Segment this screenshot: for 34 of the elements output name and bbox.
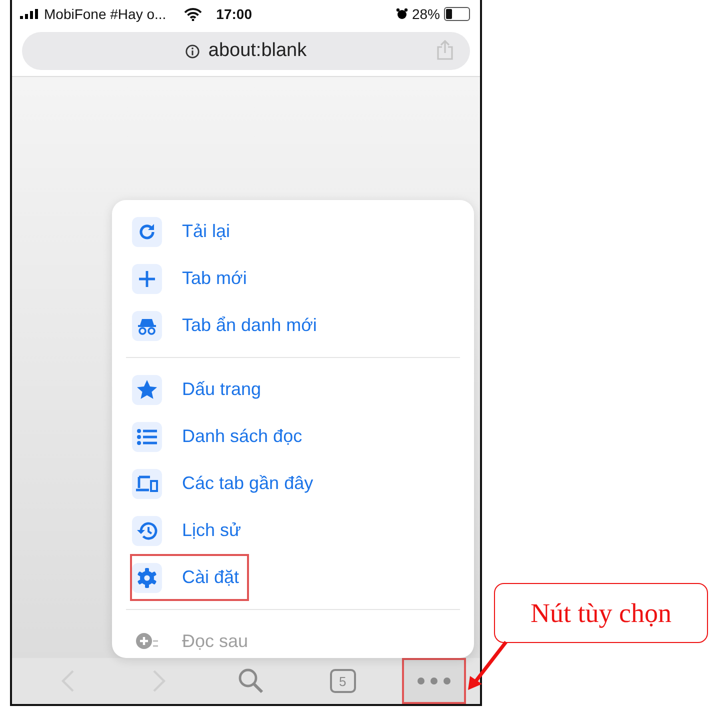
battery-icon (444, 7, 470, 21)
history-clock-icon (136, 520, 158, 540)
tab-count-button[interactable]: 5 (310, 658, 375, 704)
battery-percent: 28% (412, 6, 440, 22)
laptop-and-phone-icon (136, 474, 158, 492)
clock-time: 17:00 (216, 6, 252, 22)
menu-item[interactable]: Dấu trang (130, 366, 272, 413)
info-icon (185, 44, 200, 58)
three-dots-icon (417, 677, 452, 685)
url-text: about:blank (208, 40, 307, 62)
star-icon (137, 380, 157, 399)
more-options-button[interactable] (402, 658, 466, 704)
menu-item[interactable]: Tải lại (130, 208, 240, 255)
menu-item[interactable]: Tab ẩn danh mới (130, 302, 327, 349)
address-bar[interactable]: about:blank (22, 32, 470, 70)
reload-icon (137, 222, 157, 242)
share-icon[interactable] (436, 40, 454, 60)
arrow-pointer (466, 640, 510, 692)
wifi-icon (184, 8, 202, 20)
menu-item[interactable]: Các tab gần đây (130, 460, 324, 507)
menu-item[interactable]: Tab mới (130, 255, 257, 302)
menu-item[interactable]: Lịch sử (130, 507, 252, 554)
menu-item[interactable]: Danh sách đọc (130, 413, 312, 460)
plus-icon (138, 270, 156, 288)
list-icon (137, 428, 157, 444)
settings-icon (137, 568, 157, 588)
alarm-clock-icon (396, 8, 408, 20)
signal-icon (20, 9, 40, 19)
callout-label: Nút tùy chọn (494, 583, 708, 643)
carrier-name: MobiFone #Hay o... (44, 6, 166, 22)
add-to-list-icon (135, 632, 159, 652)
search-icon (236, 667, 265, 695)
menu-item[interactable]: Cài đặt (130, 554, 250, 601)
hat-and-glasses-icon (137, 316, 157, 334)
